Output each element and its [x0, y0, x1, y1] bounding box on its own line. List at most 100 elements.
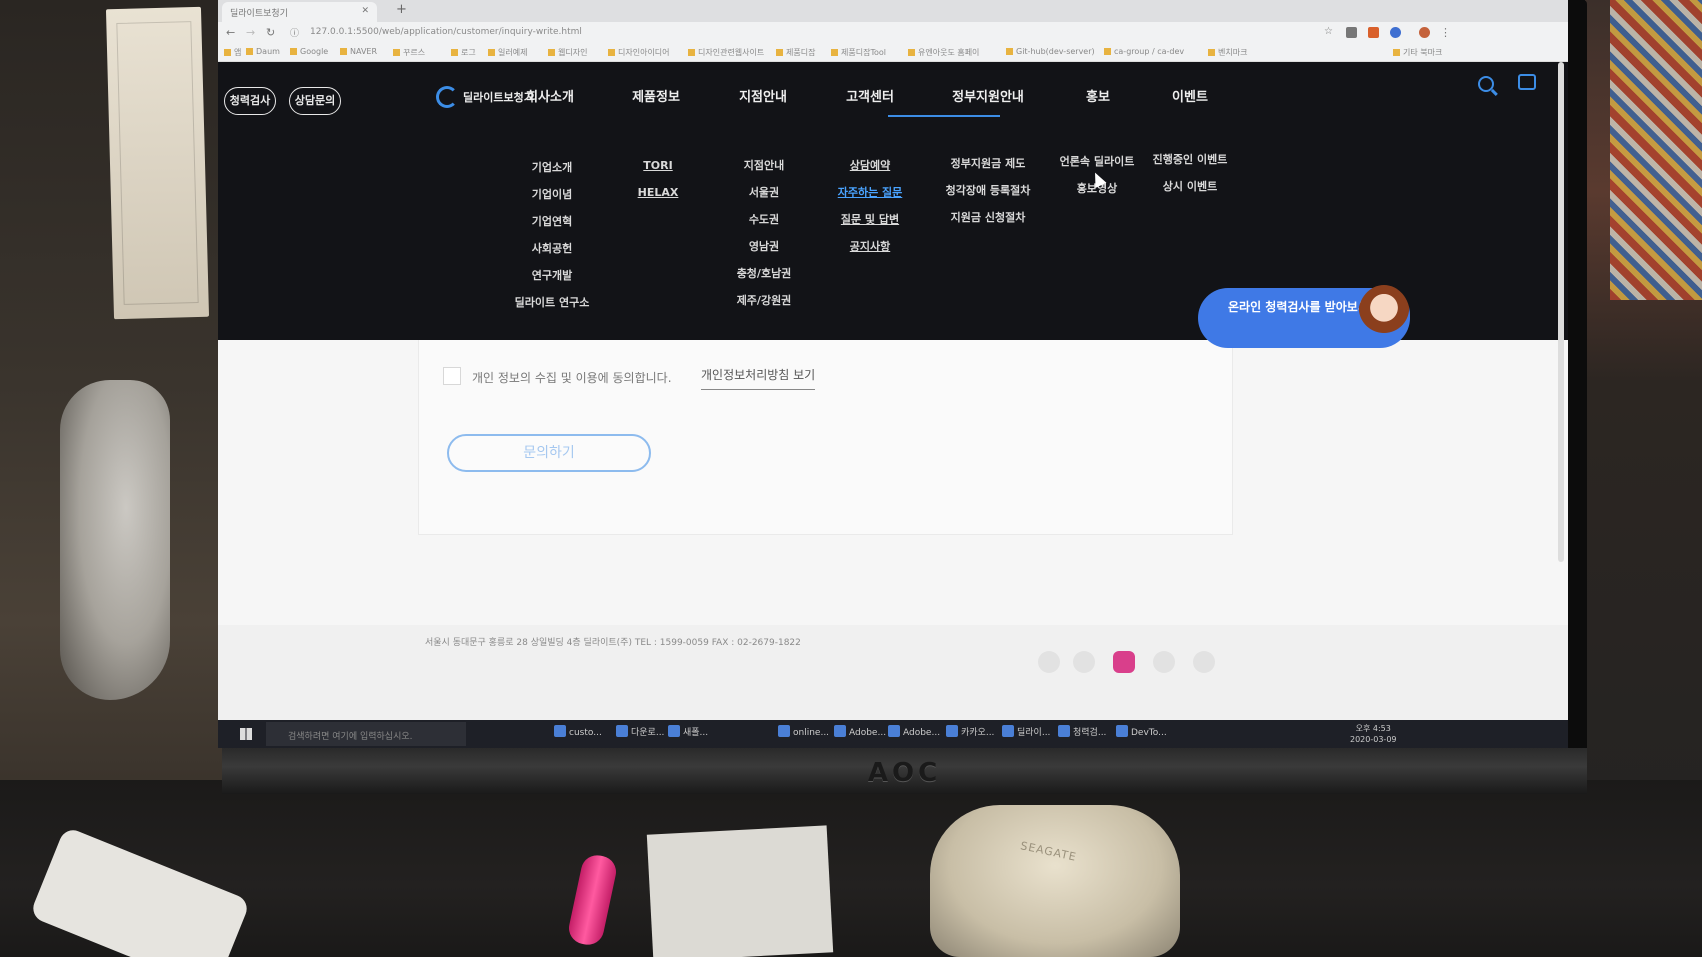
- menu-promotion[interactable]: 홍보: [1086, 86, 1110, 105]
- extension-icon[interactable]: [1368, 27, 1379, 38]
- menu-government-support[interactable]: 정부지원안내: [952, 86, 1024, 105]
- submenu-item[interactable]: 충청/호남권: [737, 265, 792, 281]
- chat-icon[interactable]: [1518, 74, 1536, 90]
- submenu-item[interactable]: 제주/강원권: [737, 292, 792, 308]
- blog-icon[interactable]: [1153, 651, 1175, 673]
- taskbar-search[interactable]: 검색하려면 여기에 입력하십시오.: [266, 722, 466, 746]
- consent-label[interactable]: 개인 정보의 수집 및 이용에 동의합니다.: [472, 369, 672, 386]
- submenu-item[interactable]: 기업소개: [532, 159, 572, 175]
- logo-mark-icon: [436, 86, 458, 108]
- instagram-icon[interactable]: [1113, 651, 1135, 673]
- submenu-item[interactable]: 딜라이트 연구소: [515, 294, 590, 310]
- bookmark-item[interactable]: 앱: [224, 47, 241, 58]
- bookmark-item[interactable]: 유엔아웃도 홈페이: [908, 47, 979, 58]
- bookmark-item[interactable]: ca-group / ca-dev: [1104, 47, 1184, 56]
- tab-close-icon[interactable]: ✕: [361, 6, 369, 16]
- bookmark-item[interactable]: 기타 북마크: [1393, 47, 1442, 58]
- bookmark-item[interactable]: Daum: [246, 47, 280, 56]
- bookmark-item[interactable]: 웹디자인: [548, 47, 587, 58]
- bookmark-star-icon[interactable]: ☆: [1324, 26, 1333, 37]
- clock-date: 2020-03-09: [1350, 735, 1397, 744]
- browser-menu-icon[interactable]: ⋮: [1440, 26, 1451, 39]
- page-scrollbar[interactable]: [1558, 62, 1564, 562]
- kakao-icon[interactable]: [1193, 651, 1215, 673]
- counselor-avatar: [1358, 285, 1410, 345]
- submenu-item[interactable]: 지원금 신청절차: [951, 209, 1026, 225]
- menu-event[interactable]: 이벤트: [1172, 86, 1208, 105]
- menu-company[interactable]: 회사소개: [526, 86, 574, 105]
- submenu-item[interactable]: HELAX: [638, 186, 679, 199]
- facebook-icon[interactable]: [1038, 651, 1060, 673]
- submenu-item[interactable]: 기업연혁: [532, 213, 572, 229]
- menu-branches[interactable]: 지점안내: [739, 86, 787, 105]
- taskbar-app[interactable]: online...: [778, 725, 829, 738]
- submenu-item[interactable]: 공지사항: [850, 238, 890, 254]
- submenu-item[interactable]: 지점안내: [744, 157, 784, 173]
- logo-text: 딜라이트보청기: [463, 91, 534, 104]
- taskbar-app[interactable]: 다운로...: [616, 725, 664, 738]
- footer-address: 서울시 동대문구 홍릉로 28 상일빌딩 4층 딜라이트(주) TEL : 15…: [425, 638, 801, 648]
- browser-tab[interactable]: 딜라이트보청기 ✕: [222, 2, 377, 22]
- back-icon[interactable]: ←: [226, 26, 235, 39]
- desk-surface: [0, 780, 1702, 957]
- hearing-test-button[interactable]: 청력검사: [224, 87, 276, 115]
- headphone-object: [60, 380, 170, 700]
- forward-icon[interactable]: →: [246, 26, 255, 39]
- youtube-icon[interactable]: [1073, 651, 1095, 673]
- submenu-item[interactable]: 상담예약: [850, 157, 890, 173]
- taskbar-app[interactable]: 청력검...: [1058, 725, 1106, 738]
- submenu-item[interactable]: 사회공헌: [532, 240, 572, 256]
- bookmark-item[interactable]: 일러예제: [488, 47, 527, 58]
- consult-button[interactable]: 상담문의: [289, 87, 341, 115]
- bookmark-item[interactable]: NAVER: [340, 47, 377, 56]
- taskbar-app[interactable]: 카카오...: [946, 725, 994, 738]
- submenu-item[interactable]: 서울권: [749, 184, 779, 200]
- bookmark-item[interactable]: 제품디잡: [776, 47, 815, 58]
- bookmark-item[interactable]: Google: [290, 47, 328, 56]
- new-tab-icon[interactable]: +: [396, 2, 407, 17]
- extension-icon[interactable]: [1390, 27, 1401, 38]
- bookmark-item[interactable]: Git-hub(dev-server): [1006, 47, 1095, 56]
- taskbar-app[interactable]: custo...: [554, 725, 602, 738]
- bookmark-item[interactable]: 디자인아이디어: [608, 47, 670, 58]
- submenu-item[interactable]: 언론속 딜라이트: [1060, 153, 1135, 169]
- taskbar-app[interactable]: 새폴...: [668, 725, 708, 738]
- bookmark-item[interactable]: 꾸르스: [393, 47, 425, 58]
- submenu-item[interactable]: TORI: [643, 159, 672, 172]
- submenu-item[interactable]: 영남권: [749, 238, 779, 254]
- info-icon[interactable]: ⓘ: [290, 26, 299, 39]
- submenu-item[interactable]: 기업이념: [532, 186, 572, 202]
- submenu-item[interactable]: 청각장애 등록절차: [946, 182, 1031, 198]
- site-logo[interactable]: 딜라이트보청기: [436, 86, 534, 108]
- submenu-item[interactable]: 정부지원금 제도: [951, 155, 1026, 171]
- clock-time: 오후 4:53: [1355, 724, 1391, 733]
- reload-icon[interactable]: ↻: [266, 26, 275, 39]
- consent-checkbox[interactable]: [443, 367, 461, 385]
- submenu-item[interactable]: 진행중인 이벤트: [1153, 151, 1228, 167]
- privacy-policy-link[interactable]: 개인정보처리방침 보기: [701, 366, 816, 390]
- submenu-item[interactable]: 연구개발: [532, 267, 572, 283]
- windows-start-icon[interactable]: [240, 728, 252, 740]
- extension-icon[interactable]: [1346, 27, 1357, 38]
- url-text[interactable]: 127.0.0.1:5500/web/application/customer/…: [310, 27, 582, 37]
- bookmark-item[interactable]: 로그: [451, 47, 476, 58]
- submenu-item[interactable]: 질문 및 답변: [841, 211, 899, 227]
- submit-inquiry-button[interactable]: 문의하기: [447, 434, 651, 472]
- menu-customer-center[interactable]: 고객센터: [846, 86, 894, 105]
- monitor-brand: AOC: [867, 758, 942, 788]
- menu-products[interactable]: 제품정보: [632, 86, 680, 105]
- search-icon[interactable]: [1478, 76, 1494, 92]
- bookmark-item[interactable]: 디자인관련웹사이트: [688, 47, 764, 58]
- profile-avatar-icon[interactable]: [1419, 27, 1430, 38]
- taskbar-app[interactable]: DevTo...: [1116, 725, 1167, 738]
- submenu-item[interactable]: 수도권: [749, 211, 779, 227]
- taskbar-clock[interactable]: 오후 4:53 2020-03-09: [1350, 723, 1397, 745]
- taskbar-app[interactable]: Adobe...: [834, 725, 886, 738]
- site-footer: 서울시 동대문구 홍릉로 28 상일빌딩 4층 딜라이트(주) TEL : 15…: [218, 625, 1568, 720]
- bookmark-item[interactable]: 제품디잡Tool: [831, 47, 886, 58]
- submenu-item-faq[interactable]: 자주하는 질문: [838, 184, 903, 200]
- submenu-item[interactable]: 상시 이벤트: [1163, 178, 1217, 194]
- bookmark-item[interactable]: 벤치마크: [1208, 47, 1247, 58]
- taskbar-app[interactable]: 딜라이...: [1002, 725, 1050, 738]
- taskbar-app[interactable]: Adobe...: [888, 725, 940, 738]
